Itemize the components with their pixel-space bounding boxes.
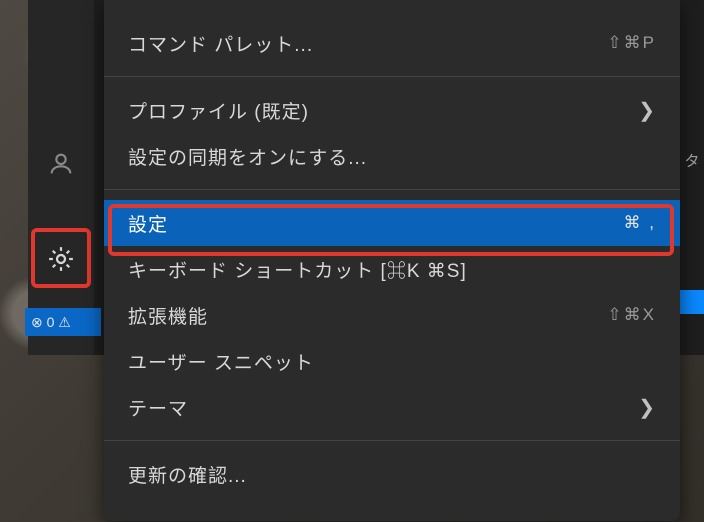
menu-item-label: 更新の確認... [128, 461, 656, 488]
menu-item-label: 拡張機能 [128, 302, 607, 329]
menu-item-shortcut: ⇧⌘P [607, 33, 656, 53]
menu-item[interactable]: 設定⌘ , [104, 200, 680, 246]
account-icon[interactable] [37, 140, 85, 188]
status-bar[interactable]: ⊗ 0 ⚠ [25, 308, 101, 336]
menu-separator [104, 189, 680, 190]
menu-item-label: 設定 [128, 210, 624, 237]
menu-item-label: キーボード ショートカット [⌘K ⌘S] [128, 256, 656, 283]
activity-bar [28, 0, 94, 355]
menu-item[interactable]: ユーザー スニペット [104, 338, 680, 384]
gear-icon[interactable] [46, 244, 76, 274]
status-errors: ⊗ 0 ⚠ [31, 314, 71, 331]
menu-item[interactable]: 拡張機能⇧⌘X [104, 292, 680, 338]
menu-item[interactable]: 設定の同期をオンにする... [104, 133, 680, 179]
chevron-right-icon: ❯ [638, 98, 656, 123]
menu-item[interactable]: テーマ ❯ [104, 384, 680, 430]
menu-separator [104, 440, 680, 441]
chevron-right-icon: ❯ [638, 395, 656, 420]
menu-item-label: コマンド パレット... [128, 30, 607, 57]
settings-menu: コマンド パレット...⇧⌘P プロファイル (既定) ❯ 設定の同期をオンにする..… [104, 0, 680, 521]
menu-item-shortcut: ⇧⌘X [607, 305, 656, 325]
menu-separator [104, 76, 680, 77]
menu-item[interactable]: 更新の確認... [104, 451, 680, 497]
menu-item-label: 設定の同期をオンにする... [128, 143, 656, 170]
menu-item-label: プロファイル (既定) [128, 97, 630, 124]
menu-item[interactable]: キーボード ショートカット [⌘K ⌘S] [104, 246, 680, 292]
menu-item-shortcut: ⌘ , [624, 213, 656, 233]
background-window-text: タ [680, 140, 704, 180]
menu-item-label: ユーザー スニペット [128, 348, 656, 375]
menu-item[interactable]: コマンド パレット...⇧⌘P [104, 20, 680, 66]
menu-item-label: テーマ [128, 394, 630, 421]
menu-item[interactable]: プロファイル (既定) ❯ [104, 87, 680, 133]
